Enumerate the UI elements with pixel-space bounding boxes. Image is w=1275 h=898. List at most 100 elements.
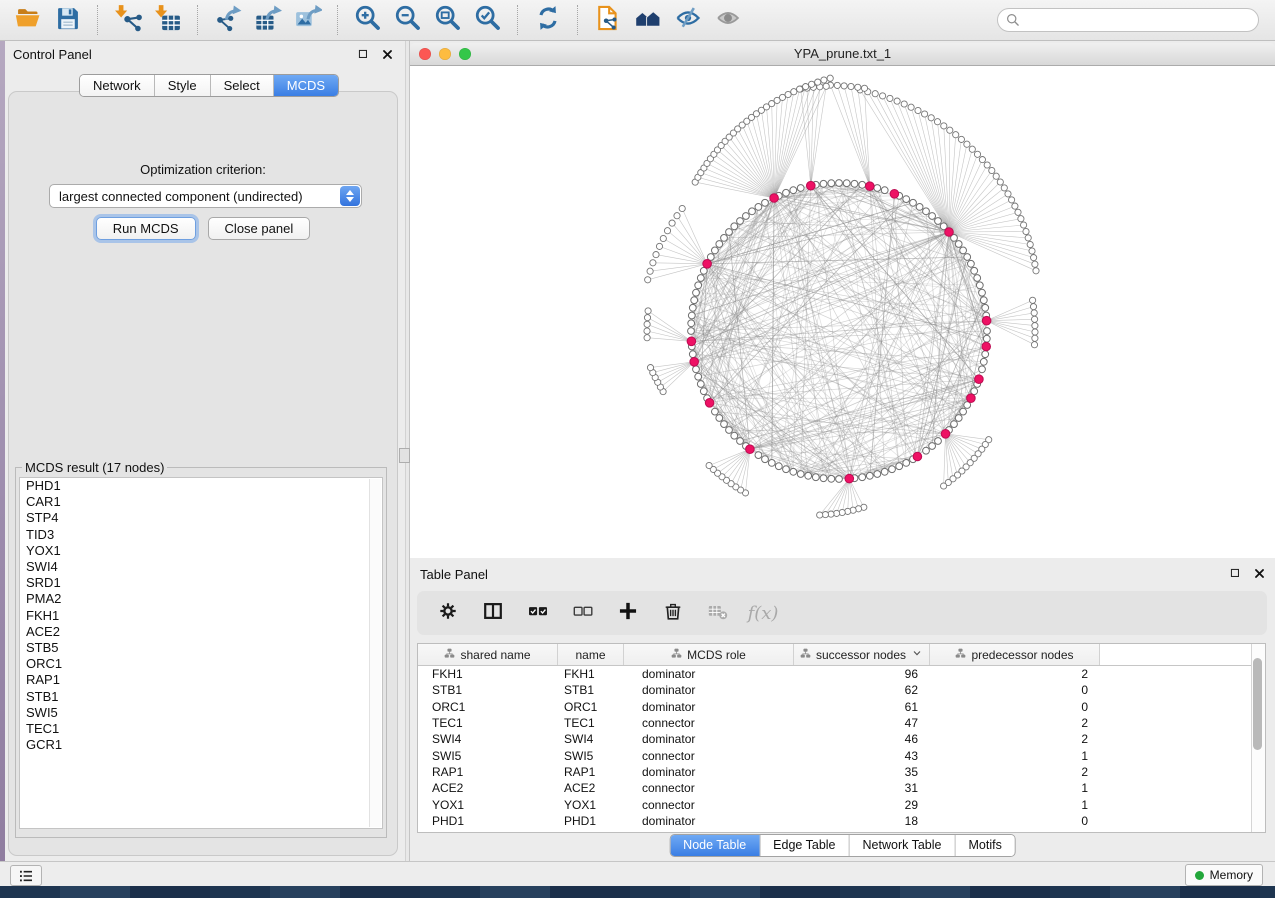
table-row[interactable]: SWI5SWI5connector431 xyxy=(418,747,1265,763)
delete-table-button xyxy=(705,600,731,626)
memory-button[interactable]: Memory xyxy=(1185,864,1263,886)
column-layout-button[interactable] xyxy=(480,600,506,626)
column-header-successor-nodes[interactable]: successor nodes xyxy=(794,644,930,665)
column-header-shared-name[interactable]: shared name xyxy=(418,644,558,665)
tab-network[interactable]: Network xyxy=(80,75,155,96)
open-button[interactable] xyxy=(8,3,48,37)
table-scrollbar-thumb[interactable] xyxy=(1253,658,1262,750)
delete-row-icon xyxy=(662,600,684,627)
criterion-select[interactable]: largest connected component (undirected) xyxy=(49,184,362,208)
refresh-button[interactable] xyxy=(528,3,568,37)
table-cell: 2 xyxy=(930,716,1100,730)
mcds-result-item[interactable]: SRD1 xyxy=(20,575,382,591)
mcds-result-item[interactable]: SWI5 xyxy=(20,705,382,721)
mcds-result-item[interactable]: PMA2 xyxy=(20,591,382,607)
column-header-MCDS-role[interactable]: MCDS role xyxy=(624,644,794,665)
network-graph[interactable] xyxy=(410,66,1275,558)
table-cell: RAP1 xyxy=(558,765,624,779)
mcds-result-item[interactable]: TEC1 xyxy=(20,721,382,737)
mcds-result-item[interactable]: ACE2 xyxy=(20,624,382,640)
save-button[interactable] xyxy=(48,3,88,37)
mcds-result-item[interactable]: RAP1 xyxy=(20,672,382,688)
delete-row-button[interactable] xyxy=(660,600,686,626)
export-network-button[interactable] xyxy=(208,3,248,37)
table-row[interactable]: PHD1PHD1dominator180 xyxy=(418,813,1265,829)
run-mcds-button[interactable]: Run MCDS xyxy=(96,217,196,240)
table-row[interactable]: ORC1ORC1dominator610 xyxy=(418,699,1265,715)
zoom-selected-button[interactable] xyxy=(468,3,508,37)
table-cell: ACE2 xyxy=(418,781,558,795)
table-cell: dominator xyxy=(624,700,794,714)
task-history-button[interactable] xyxy=(10,865,42,886)
mcds-result-item[interactable]: FKH1 xyxy=(20,608,382,624)
search-input[interactable] xyxy=(997,8,1259,32)
float-panel-icon[interactable] xyxy=(355,46,371,62)
mcds-result-item[interactable]: TID3 xyxy=(20,527,382,543)
table-row[interactable]: YOX1YOX1connector291 xyxy=(418,796,1265,812)
mcds-list-scrollbar[interactable] xyxy=(369,479,381,827)
table-cell: 18 xyxy=(794,814,930,828)
zoom-fit-button[interactable] xyxy=(428,3,468,37)
minimize-window-button[interactable] xyxy=(439,48,451,60)
table-row[interactable]: FKH1FKH1dominator962 xyxy=(418,666,1265,682)
table-cell: ACE2 xyxy=(558,781,624,795)
tab-mcds[interactable]: MCDS xyxy=(274,75,338,96)
column-header-name[interactable]: name xyxy=(558,644,624,665)
mcds-panel: Optimization criterion: largest connecte… xyxy=(8,91,398,856)
mcds-result-item[interactable]: STP4 xyxy=(20,510,382,526)
mcds-result-list[interactable]: PHD1CAR1STP4TID3YOX1SWI4SRD1PMA2FKH1ACE2… xyxy=(19,477,383,829)
float-table-panel-icon[interactable] xyxy=(1227,565,1243,581)
hide-selected-button[interactable] xyxy=(668,3,708,37)
table-row[interactable]: TEC1TEC1connector472 xyxy=(418,715,1265,731)
mcds-result-item[interactable]: ORC1 xyxy=(20,656,382,672)
import-network-button[interactable] xyxy=(108,3,148,37)
mcds-result-item[interactable]: CAR1 xyxy=(20,494,382,510)
table-row[interactable]: STB1STB1dominator620 xyxy=(418,682,1265,698)
table-cell: connector xyxy=(624,781,794,795)
home-button[interactable] xyxy=(628,3,668,37)
import-table-button[interactable] xyxy=(148,3,188,37)
mcds-result-item[interactable]: GCR1 xyxy=(20,737,382,753)
export-table-button[interactable] xyxy=(248,3,288,37)
mcds-result-item[interactable]: SWI4 xyxy=(20,559,382,575)
tab-network-table[interactable]: Network Table xyxy=(850,835,956,856)
table-row[interactable]: RAP1RAP1dominator352 xyxy=(418,764,1265,780)
table-header-row: shared namenameMCDS rolesuccessor nodesp… xyxy=(418,644,1265,666)
tab-style[interactable]: Style xyxy=(155,75,211,96)
table-row[interactable]: ACE2ACE2connector311 xyxy=(418,780,1265,796)
mcds-result-item[interactable]: STB5 xyxy=(20,640,382,656)
zoom-window-button[interactable] xyxy=(459,48,471,60)
select-all-button[interactable] xyxy=(525,600,551,626)
network-canvas[interactable] xyxy=(410,66,1275,558)
table-cell: 0 xyxy=(930,814,1100,828)
tab-select[interactable]: Select xyxy=(211,75,274,96)
show-eye-button[interactable] xyxy=(708,3,748,37)
table-cell: connector xyxy=(624,716,794,730)
table-scrollbar[interactable] xyxy=(1251,644,1265,832)
close-panel-button[interactable]: Close panel xyxy=(208,217,311,240)
table-row[interactable]: SWI4SWI4dominator462 xyxy=(418,731,1265,747)
mcds-result-item[interactable]: PHD1 xyxy=(20,478,382,494)
export-image-button[interactable] xyxy=(288,3,328,37)
zoom-out-button[interactable] xyxy=(388,3,428,37)
function-builder-button: f(x) xyxy=(750,600,776,626)
table-cell: 35 xyxy=(794,765,930,779)
add-row-button[interactable] xyxy=(615,600,641,626)
table-panel: Table Panel f(x) shared namenameMCDS rol… xyxy=(410,558,1275,861)
mcds-result-item[interactable]: YOX1 xyxy=(20,543,382,559)
tab-node-table[interactable]: Node Table xyxy=(670,835,760,856)
close-panel-icon[interactable] xyxy=(379,46,395,62)
sort-chevron-down-icon xyxy=(911,647,923,662)
settings-button[interactable] xyxy=(435,600,461,626)
zoom-in-button[interactable] xyxy=(348,3,388,37)
optimization-criterion-label: Optimization criterion: xyxy=(9,162,397,177)
tab-motifs[interactable]: Motifs xyxy=(955,835,1014,856)
splitter-grip[interactable] xyxy=(399,448,410,463)
close-window-button[interactable] xyxy=(419,48,431,60)
column-header-predecessor-nodes[interactable]: predecessor nodes xyxy=(930,644,1100,665)
network-from-file-button[interactable] xyxy=(588,3,628,37)
tab-edge-table[interactable]: Edge Table xyxy=(760,835,849,856)
close-table-panel-icon[interactable] xyxy=(1251,565,1267,581)
deselect-all-button[interactable] xyxy=(570,600,596,626)
mcds-result-item[interactable]: STB1 xyxy=(20,689,382,705)
